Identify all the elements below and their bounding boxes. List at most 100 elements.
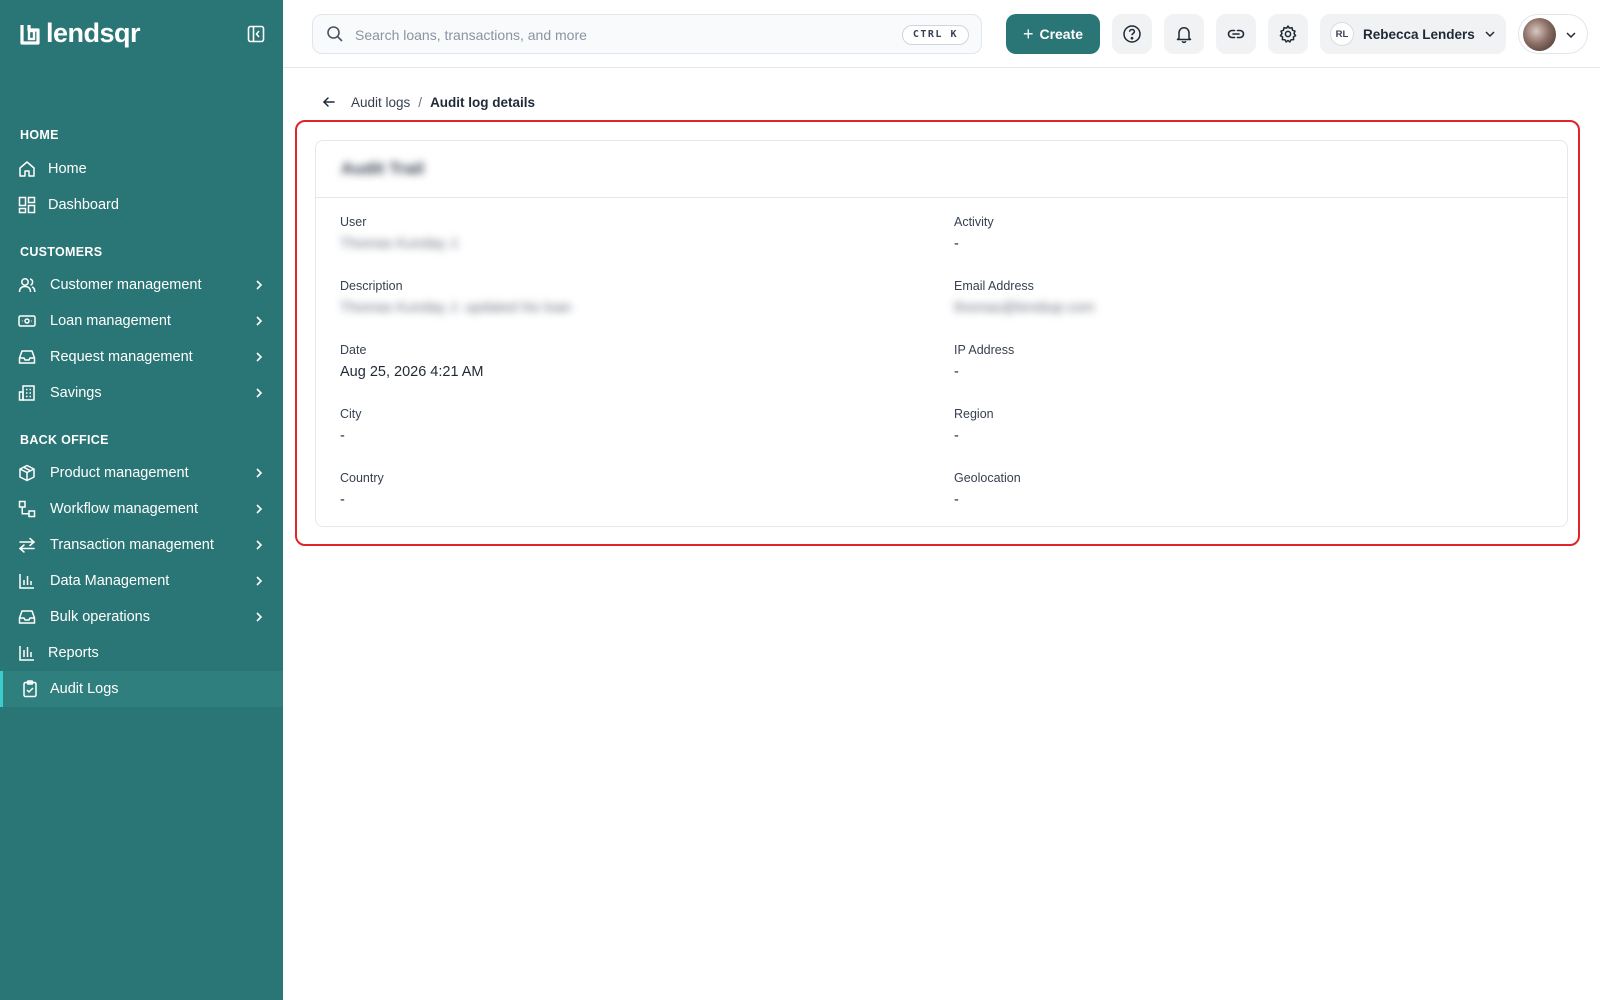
field-city: City -	[340, 407, 900, 444]
field-label: Date	[340, 343, 367, 357]
field-activity: Activity -	[954, 215, 1514, 252]
sidebar-item-label: Bulk operations	[50, 609, 150, 625]
bell-icon	[1176, 27, 1192, 44]
sidebar-item-label: Customer management	[50, 277, 202, 293]
logo-text: lendsqr	[46, 18, 141, 48]
sidebar-item-bulk-operations[interactable]: Bulk operations	[0, 599, 283, 635]
help-button[interactable]	[1112, 14, 1152, 54]
section-customers: CUSTOMERS	[20, 245, 103, 259]
workflow-icon	[18, 500, 36, 518]
chevron-right-icon	[256, 504, 263, 514]
card-title: Audit Trail	[341, 159, 425, 178]
account-switcher[interactable]: RL Rebecca Lenders	[1320, 14, 1506, 54]
settings-button[interactable]	[1268, 14, 1308, 54]
link-button[interactable]	[1216, 14, 1256, 54]
search-input[interactable]	[355, 23, 875, 47]
breadcrumb: Audit logs / Audit log details	[321, 91, 535, 113]
box-icon	[19, 464, 35, 482]
help-icon	[1123, 25, 1141, 43]
keyboard-shortcut-badge: CTRL K	[901, 25, 969, 45]
sidebar-item-home[interactable]: Home	[0, 151, 283, 187]
profile-menu[interactable]	[1518, 14, 1588, 54]
create-button[interactable]: + Create	[1006, 14, 1100, 54]
sidebar-item-loan-management[interactable]: Loan management	[0, 303, 283, 339]
sidebar-item-request-management[interactable]: Request management	[0, 339, 283, 375]
sidebar-item-label: Workflow management	[50, 501, 199, 517]
chevron-down-icon	[1566, 32, 1576, 39]
reports-icon	[19, 646, 34, 661]
chevron-down-icon	[1485, 31, 1495, 38]
search-icon	[327, 26, 343, 42]
users-icon	[18, 278, 36, 293]
field-value: -	[954, 236, 959, 252]
sidebar-item-label: Data Management	[50, 573, 170, 589]
field-value: thomas@lendsqr.com	[954, 300, 1095, 316]
chevron-right-icon	[256, 316, 263, 326]
sidebar-item-label: Home	[48, 161, 87, 177]
sidebar: lendsqr HOME Home Dashboard CUSTOMERS Cu…	[0, 0, 283, 1000]
field-label: IP Address	[954, 343, 1015, 357]
sidebar-item-label: Dashboard	[48, 197, 119, 213]
chevron-right-icon	[256, 576, 263, 586]
sidebar-item-label: Reports	[48, 645, 99, 661]
audit-log-details-card: Audit Trail User Thomas Kunday J. Activi…	[315, 140, 1568, 527]
field-description: Description Thomas Kunday J. updated his…	[340, 279, 900, 316]
notifications-button[interactable]	[1164, 14, 1204, 54]
plus-icon: +	[1022, 24, 1034, 44]
account-name: Rebecca Lenders	[1363, 26, 1475, 42]
field-label: Description	[340, 279, 403, 293]
chevron-right-icon	[256, 612, 263, 622]
sidebar-item-label: Loan management	[50, 313, 171, 329]
sidebar-item-product-management[interactable]: Product management	[0, 455, 283, 491]
logo[interactable]: lendsqr	[20, 18, 141, 49]
card-header: Audit Trail	[316, 141, 1567, 198]
sidebar-item-label: Transaction management	[50, 537, 214, 553]
field-label: User	[340, 215, 367, 229]
field-value: -	[340, 492, 345, 508]
sidebar-item-data-management[interactable]: Data Management	[0, 563, 283, 599]
sidebar-item-customer-management[interactable]: Customer management	[0, 267, 283, 303]
gear-icon	[1279, 25, 1297, 43]
field-region: Region -	[954, 407, 1514, 444]
field-label: Email Address	[954, 279, 1034, 293]
sidebar-item-audit-logs[interactable]: Audit Logs	[0, 671, 283, 707]
topbar: CTRL K + Create RL Rebecca Lenders	[283, 0, 1600, 68]
chevron-right-icon	[256, 388, 263, 398]
sidebar-item-workflow-management[interactable]: Workflow management	[0, 491, 283, 527]
collapse-sidebar-icon[interactable]	[246, 24, 266, 44]
chevron-right-icon	[256, 468, 263, 478]
arrows-icon	[18, 537, 36, 553]
clipboard-icon	[23, 680, 37, 698]
field-label: Country	[340, 471, 384, 485]
sidebar-item-label: Savings	[50, 385, 102, 401]
sidebar-item-dashboard[interactable]: Dashboard	[0, 187, 283, 223]
field-value: Thomas Kunday J.	[340, 236, 461, 252]
loan-icon	[18, 315, 36, 327]
home-icon	[19, 161, 35, 177]
avatar	[1523, 18, 1556, 51]
field-label: Region	[954, 407, 994, 421]
field-geolocation: Geolocation -	[954, 471, 1514, 508]
inbox-icon	[18, 350, 36, 364]
chevron-right-icon	[256, 352, 263, 362]
breadcrumb-separator: /	[418, 94, 423, 110]
sidebar-item-label: Request management	[50, 349, 193, 365]
savings-icon	[18, 385, 35, 401]
field-ip-address: IP Address -	[954, 343, 1514, 380]
sidebar-item-reports[interactable]: Reports	[0, 635, 283, 671]
field-label: Geolocation	[954, 471, 1021, 485]
sidebar-item-label: Audit Logs	[50, 681, 119, 697]
field-value: Aug 25, 2026 4:21 AM	[340, 364, 484, 380]
chevron-right-icon	[256, 280, 263, 290]
field-email-address: Email Address thomas@lendsqr.com	[954, 279, 1514, 316]
breadcrumb-link-audit-logs[interactable]: Audit logs	[351, 95, 410, 110]
sidebar-item-transaction-management[interactable]: Transaction management	[0, 527, 283, 563]
sidebar-item-savings[interactable]: Savings	[0, 375, 283, 411]
section-home: HOME	[20, 128, 59, 142]
back-arrow-icon[interactable]	[321, 94, 337, 110]
breadcrumb-current: Audit log details	[430, 94, 536, 110]
field-date: Date Aug 25, 2026 4:21 AM	[340, 343, 900, 380]
search-bar[interactable]: CTRL K	[312, 14, 982, 54]
logo-mark-icon	[20, 24, 40, 45]
inbox-icon	[18, 610, 36, 624]
